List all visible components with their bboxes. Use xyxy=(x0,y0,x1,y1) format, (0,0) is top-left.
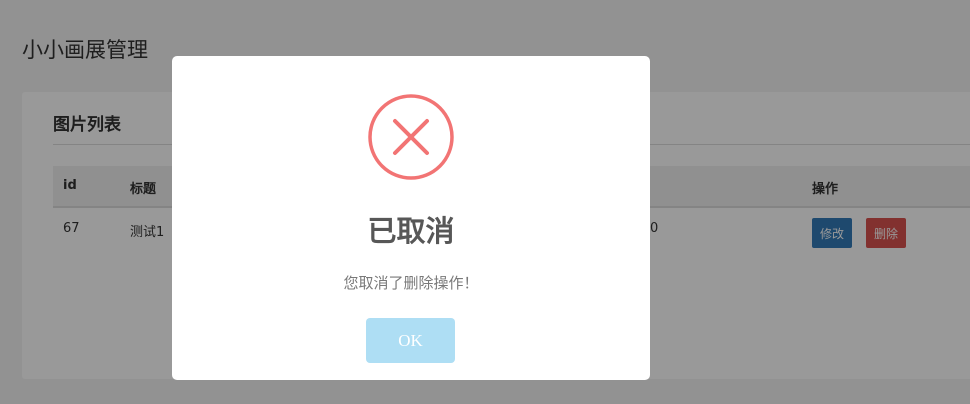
error-x-icon xyxy=(368,94,454,180)
cancel-dialog: 已取消 您取消了删除操作！ OK xyxy=(172,56,650,380)
dialog-message: 您取消了删除操作！ xyxy=(343,274,479,292)
ok-button[interactable]: OK xyxy=(366,318,455,363)
dialog-title: 已取消 xyxy=(367,214,455,248)
